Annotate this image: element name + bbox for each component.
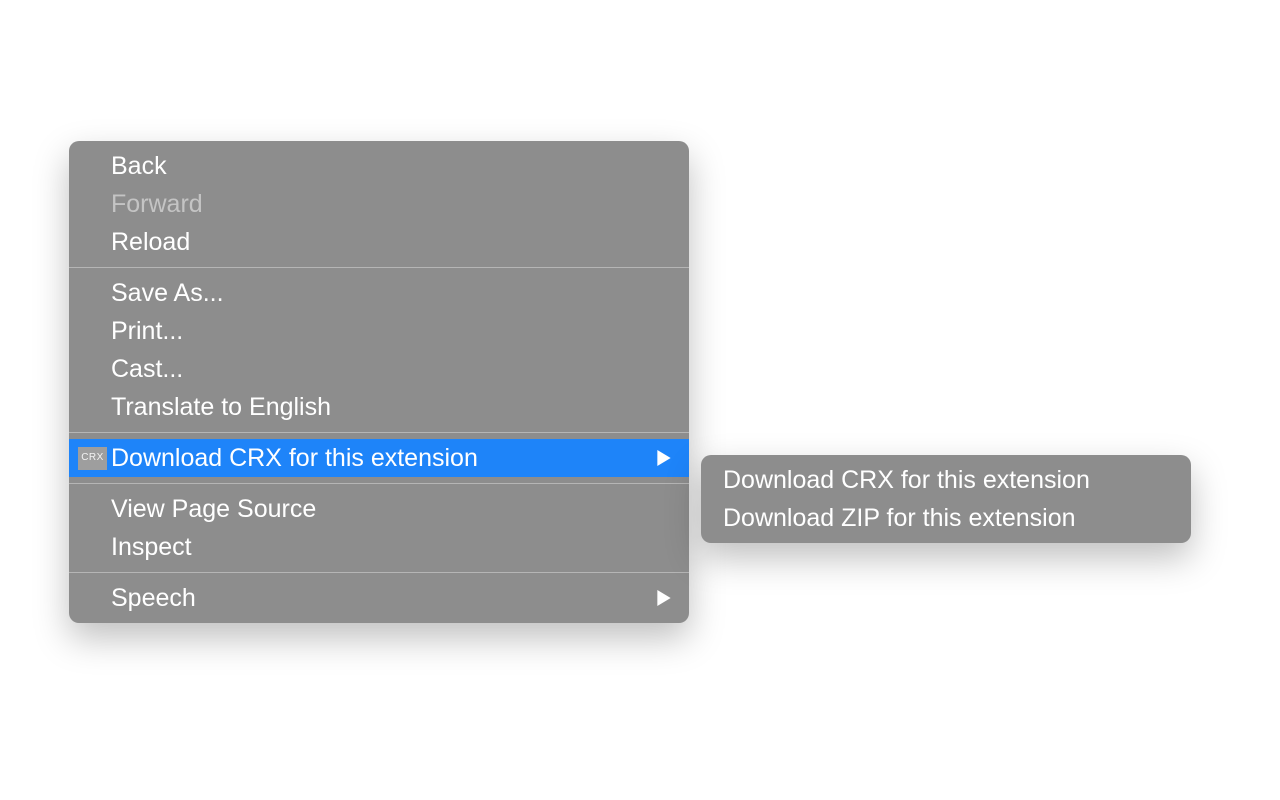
menu-item-print[interactable]: Print... (69, 312, 689, 350)
menu-item-speech[interactable]: Speech (69, 579, 689, 617)
menu-item-label: View Page Source (111, 492, 671, 526)
menu-item-reload[interactable]: Reload (69, 223, 689, 261)
menu-item-label: Reload (111, 225, 671, 259)
menu-item-download-crx[interactable]: CRX Download CRX for this extension (69, 439, 689, 477)
menu-item-label: Download ZIP for this extension (723, 501, 1169, 535)
crx-icon: CRX (78, 447, 107, 470)
submenu-item-download-zip[interactable]: Download ZIP for this extension (701, 499, 1191, 537)
submenu-arrow-icon (657, 450, 671, 466)
menu-item-save-as[interactable]: Save As... (69, 274, 689, 312)
menu-item-back[interactable]: Back (69, 147, 689, 185)
menu-divider (69, 267, 689, 268)
menu-item-translate[interactable]: Translate to English (69, 388, 689, 426)
menu-item-label: Inspect (111, 530, 671, 564)
menu-item-label: Translate to English (111, 390, 671, 424)
menu-item-label: Forward (111, 187, 671, 221)
menu-item-label: Cast... (111, 352, 671, 386)
menu-item-label: Download CRX for this extension (723, 463, 1169, 497)
menu-item-label: Download CRX for this extension (111, 441, 671, 475)
menu-item-label: Print... (111, 314, 671, 348)
menu-item-forward: Forward (69, 185, 689, 223)
menu-item-cast[interactable]: Cast... (69, 350, 689, 388)
menu-divider (69, 572, 689, 573)
menu-item-view-page-source[interactable]: View Page Source (69, 490, 689, 528)
submenu: Download CRX for this extension Download… (701, 455, 1191, 543)
menu-item-label: Speech (111, 581, 671, 615)
context-menu: Back Forward Reload Save As... Print... … (69, 141, 689, 623)
menu-item-label: Back (111, 149, 671, 183)
menu-divider (69, 483, 689, 484)
submenu-item-download-crx[interactable]: Download CRX for this extension (701, 461, 1191, 499)
submenu-arrow-icon (657, 590, 671, 606)
menu-item-inspect[interactable]: Inspect (69, 528, 689, 566)
menu-item-label: Save As... (111, 276, 671, 310)
menu-divider (69, 432, 689, 433)
